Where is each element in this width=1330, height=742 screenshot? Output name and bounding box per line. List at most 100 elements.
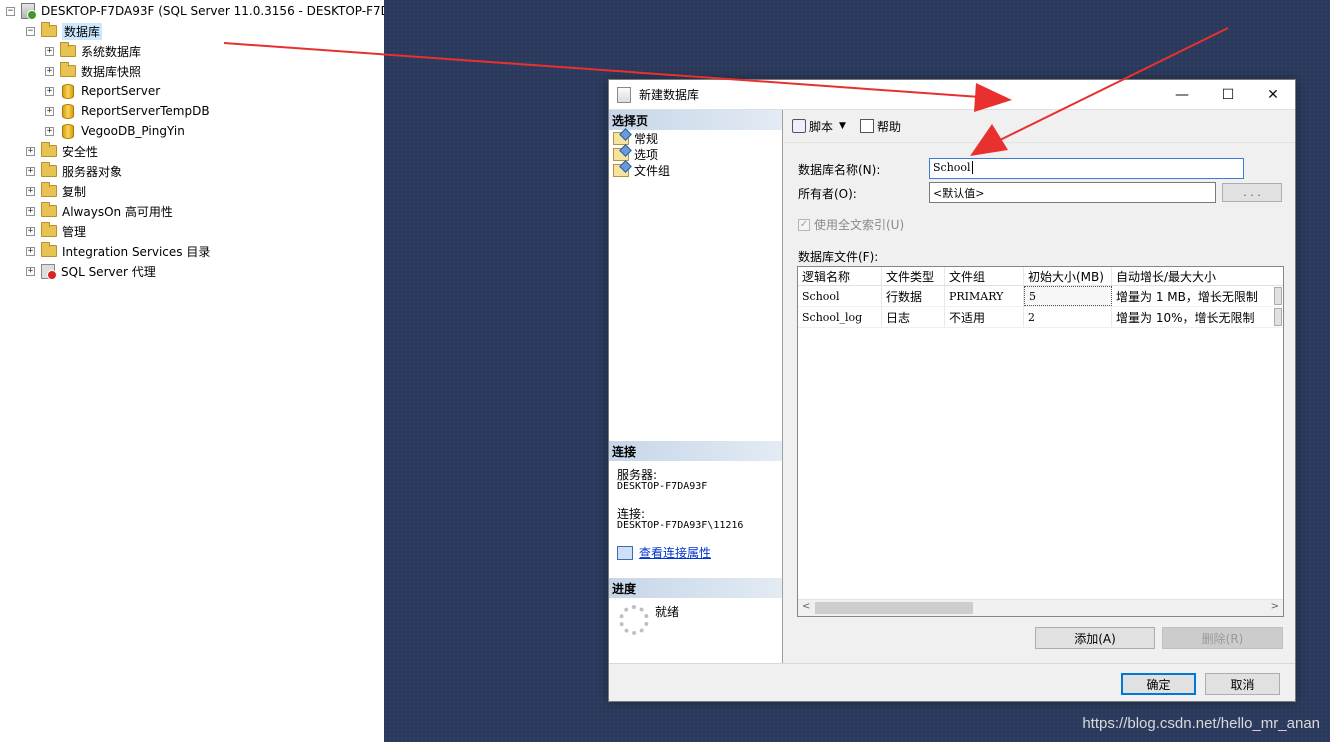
- autogrowth-edit-button[interactable]: [1274, 308, 1282, 326]
- dialog-title: 新建数据库: [639, 88, 700, 102]
- expand-icon[interactable]: +: [45, 46, 54, 56]
- scroll-left-icon[interactable]: <: [802, 601, 810, 612]
- page-filegroups[interactable]: 文件组: [609, 162, 782, 178]
- horizontal-scrollbar[interactable]: < >: [798, 599, 1283, 616]
- expand-icon[interactable]: +: [26, 206, 35, 216]
- tree-node-alwayson[interactable]: + AlwaysOn 高可用性: [26, 201, 173, 221]
- tree-node-label: 复制: [62, 184, 87, 199]
- cancel-button[interactable]: 取消: [1205, 673, 1280, 695]
- fulltext-index-option[interactable]: ✓ 使用全文索引(U): [798, 216, 904, 233]
- initial-size-cell[interactable]: 2: [1024, 307, 1112, 327]
- collapse-icon[interactable]: −: [6, 6, 15, 16]
- maximize-button[interactable]: ☐: [1205, 80, 1251, 110]
- folder-icon: [41, 202, 57, 217]
- expand-icon[interactable]: +: [45, 66, 54, 76]
- page-general[interactable]: 常规: [609, 130, 782, 146]
- expand-icon[interactable]: +: [45, 106, 54, 116]
- remove-button[interactable]: 删除(R): [1162, 627, 1283, 649]
- close-button[interactable]: ✕: [1250, 80, 1296, 110]
- expand-icon[interactable]: +: [26, 146, 35, 156]
- autogrowth-edit-button[interactable]: [1274, 287, 1282, 305]
- chevron-down-icon[interactable]: ▼: [839, 121, 846, 131]
- autogrowth-cell[interactable]: 增量为 1 MB，增长无限制: [1112, 286, 1270, 306]
- page-label: 选项: [634, 147, 659, 162]
- add-button[interactable]: 添加(A): [1035, 627, 1155, 649]
- tree-node-management[interactable]: + 管理: [26, 221, 86, 241]
- column-header[interactable]: 初始大小(MB): [1024, 267, 1112, 285]
- owner-input[interactable]: <默认值>: [929, 182, 1216, 203]
- select-page-header: 选择页: [609, 110, 782, 130]
- column-header[interactable]: 逻辑名称: [798, 267, 882, 285]
- autogrowth-cell[interactable]: 增量为 10%，增长无限制: [1112, 307, 1270, 327]
- page-icon: [613, 147, 629, 161]
- scroll-right-icon[interactable]: >: [1271, 601, 1279, 612]
- file-type-cell[interactable]: 日志: [882, 307, 945, 327]
- folder-icon: [41, 182, 57, 197]
- scrollbar-thumb[interactable]: [815, 602, 973, 614]
- tree-node-security[interactable]: + 安全性: [26, 141, 98, 161]
- progress-area: 就绪: [619, 605, 679, 635]
- script-button[interactable]: 脚本 ▼: [792, 118, 850, 135]
- expand-icon[interactable]: +: [26, 246, 35, 256]
- tree-node-reportservertempdb[interactable]: + ReportServerTempDB: [45, 101, 210, 121]
- expand-icon[interactable]: +: [45, 126, 54, 136]
- sql-agent-icon: [41, 263, 57, 280]
- owner-label: 所有者(O):: [798, 187, 857, 201]
- expand-icon[interactable]: +: [45, 86, 54, 96]
- view-connection-properties-link[interactable]: 查看连接属性: [639, 544, 711, 561]
- database-name-input[interactable]: School: [929, 158, 1244, 179]
- new-database-dialog: 新建数据库 — ☐ ✕ 选择页 常规 选项 文件组 连接 服务器: DESKTO…: [608, 79, 1296, 702]
- expand-icon[interactable]: +: [26, 186, 35, 196]
- server-label: DESKTOP-F7DA93F (SQL Server 11.0.3156 - …: [41, 4, 384, 18]
- tree-node-label: VegooDB_PingYin: [81, 124, 185, 138]
- folder-icon: [41, 162, 57, 177]
- minimize-button[interactable]: —: [1159, 80, 1205, 110]
- ok-button[interactable]: 确定: [1121, 673, 1196, 695]
- tree-node-label: 服务器对象: [62, 164, 123, 179]
- collapse-icon[interactable]: −: [26, 26, 35, 36]
- page-label: 文件组: [634, 163, 671, 178]
- database-icon: [62, 103, 74, 119]
- help-button[interactable]: 帮助: [859, 118, 901, 135]
- fulltext-checkbox[interactable]: ✓: [798, 218, 810, 231]
- tree-node-label: 数据库: [62, 22, 103, 40]
- connection-properties-icon: [617, 545, 633, 560]
- progress-header: 进度: [609, 578, 782, 598]
- expand-icon[interactable]: +: [26, 166, 35, 176]
- page-options[interactable]: 选项: [609, 146, 782, 162]
- tree-node-integration-services[interactable]: + Integration Services 目录: [26, 241, 210, 261]
- tree-node-databases[interactable]: − 数据库: [26, 21, 103, 41]
- column-header[interactable]: 文件类型: [882, 267, 945, 285]
- dialog-titlebar[interactable]: 新建数据库 — ☐ ✕: [609, 80, 1295, 110]
- tree-node-server-objects[interactable]: + 服务器对象: [26, 161, 122, 181]
- connection-value: DESKTOP-F7DA93F\11216: [617, 520, 744, 531]
- tree-node-sql-agent[interactable]: + SQL Server 代理: [26, 261, 156, 281]
- logical-name-cell[interactable]: School: [798, 286, 882, 306]
- owner-browse-button[interactable]: . . .: [1222, 183, 1282, 202]
- expand-icon[interactable]: +: [26, 266, 35, 276]
- file-type-cell[interactable]: 行数据: [882, 286, 945, 306]
- database-icon: [617, 86, 631, 103]
- tree-node-label: Integration Services 目录: [62, 244, 211, 259]
- help-label: 帮助: [876, 119, 901, 134]
- expand-icon[interactable]: +: [26, 226, 35, 236]
- tree-node-system-databases[interactable]: + 系统数据库: [45, 41, 141, 61]
- table-row[interactable]: School 行数据 PRIMARY 5 增量为 1 MB，增长无限制: [798, 286, 1283, 307]
- tree-node-database-snapshots[interactable]: + 数据库快照: [45, 61, 141, 81]
- filegroup-cell[interactable]: PRIMARY: [945, 286, 1024, 306]
- tree-node-reportserver[interactable]: + ReportServer: [45, 81, 160, 101]
- tree-node-vegoodb[interactable]: + VegooDB_PingYin: [45, 121, 185, 141]
- tree-node-server[interactable]: − DESKTOP-F7DA93F (SQL Server 11.0.3156 …: [6, 1, 384, 21]
- filegroup-cell[interactable]: 不适用: [945, 307, 1024, 327]
- column-header[interactable]: 自动增长/最大大小: [1112, 267, 1283, 285]
- table-row[interactable]: School_log 日志 不适用 2 增量为 10%，增长无限制: [798, 307, 1283, 328]
- page-icon: [613, 131, 629, 145]
- initial-size-cell[interactable]: 5: [1024, 286, 1112, 306]
- database-files-label: 数据库文件(F):: [798, 250, 879, 264]
- dialog-button-bar: 确定 取消: [609, 663, 1295, 701]
- tree-node-replication[interactable]: + 复制: [26, 181, 86, 201]
- page-label: 常规: [634, 131, 659, 146]
- tree-node-label: SQL Server 代理: [61, 264, 156, 279]
- logical-name-cell[interactable]: School_log: [798, 307, 882, 327]
- column-header[interactable]: 文件组: [945, 267, 1024, 285]
